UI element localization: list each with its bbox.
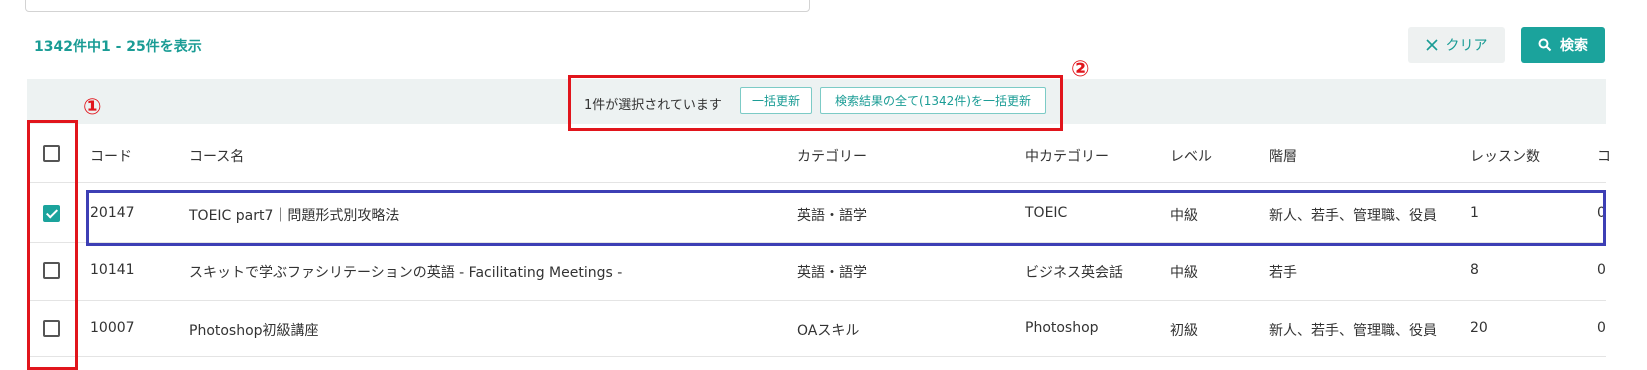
selected-count-text: 1件が選択されています bbox=[584, 98, 722, 113]
bulk-update-all-button[interactable]: 検索結果の全て(1342件)を一括更新 bbox=[820, 87, 1046, 114]
header-code: コード bbox=[90, 149, 132, 165]
cell-extra: 0 bbox=[1597, 320, 1606, 336]
header-divider bbox=[27, 182, 1606, 183]
search-icon bbox=[1538, 38, 1552, 52]
row-divider bbox=[27, 242, 1606, 243]
cell-lessons: 1 bbox=[1470, 205, 1479, 221]
search-button[interactable]: 検索 bbox=[1521, 27, 1605, 63]
cell-hierarchy: 新人、若手、管理職、役員 bbox=[1269, 323, 1437, 339]
cell-category: 英語・語学 bbox=[797, 208, 867, 224]
select-all-checkbox[interactable] bbox=[43, 145, 60, 162]
annotation-number-1: ① bbox=[83, 95, 102, 120]
cell-extra: 0 bbox=[1597, 262, 1606, 278]
row-divider bbox=[27, 300, 1606, 301]
header-truncated: コ bbox=[1597, 149, 1611, 165]
close-icon bbox=[1425, 39, 1438, 51]
cell-category: OAスキル bbox=[797, 323, 860, 339]
row-checkbox[interactable] bbox=[43, 320, 60, 337]
row-checkbox[interactable] bbox=[43, 262, 60, 279]
header-category: カテゴリー bbox=[797, 149, 867, 165]
cell-course-name[interactable]: TOEIC part7｜問題形式別攻略法 bbox=[189, 205, 399, 225]
cell-hierarchy: 若手 bbox=[1269, 265, 1297, 281]
cell-level: 中級 bbox=[1170, 208, 1198, 224]
row-divider bbox=[27, 356, 1606, 357]
cell-level: 中級 bbox=[1170, 265, 1198, 281]
cell-code: 20147 bbox=[90, 205, 135, 221]
cell-course-name[interactable]: スキットで学ぶファシリテーションの英語 - Facilitating Meeti… bbox=[189, 262, 622, 282]
cell-sub-category: TOEIC bbox=[1025, 205, 1068, 221]
result-count: 1342件中1 - 25件を表示 bbox=[34, 39, 202, 55]
cell-code: 10141 bbox=[90, 262, 135, 278]
header-sub-category: 中カテゴリー bbox=[1025, 149, 1109, 165]
header-course-name: コース名 bbox=[189, 149, 245, 165]
header-lessons: レッスン数 bbox=[1470, 149, 1540, 165]
cell-extra: 0 bbox=[1597, 205, 1606, 221]
cell-lessons: 8 bbox=[1470, 262, 1479, 278]
cell-category: 英語・語学 bbox=[797, 265, 867, 281]
clear-button[interactable]: クリア bbox=[1408, 27, 1505, 63]
annotation-number-2: ② bbox=[1071, 57, 1090, 82]
search-button-label: 検索 bbox=[1560, 38, 1588, 54]
cell-lessons: 20 bbox=[1470, 320, 1488, 336]
bulk-action-bar bbox=[27, 79, 1606, 124]
cell-sub-category: Photoshop bbox=[1025, 320, 1099, 336]
row-checkbox[interactable] bbox=[43, 205, 60, 222]
cell-course-name[interactable]: Photoshop初級講座 bbox=[189, 320, 319, 340]
cell-code: 10007 bbox=[90, 320, 135, 336]
cell-sub-category: ビジネス英会話 bbox=[1025, 265, 1123, 281]
clear-button-label: クリア bbox=[1445, 38, 1488, 54]
cell-level: 初級 bbox=[1170, 323, 1198, 339]
cell-hierarchy: 新人、若手、管理職、役員 bbox=[1269, 208, 1437, 224]
header-level: レベル bbox=[1170, 149, 1212, 165]
header-hierarchy: 階層 bbox=[1269, 149, 1297, 165]
bulk-update-selected-button[interactable]: 一括更新 bbox=[740, 87, 812, 114]
keyword-input[interactable] bbox=[25, 0, 810, 12]
